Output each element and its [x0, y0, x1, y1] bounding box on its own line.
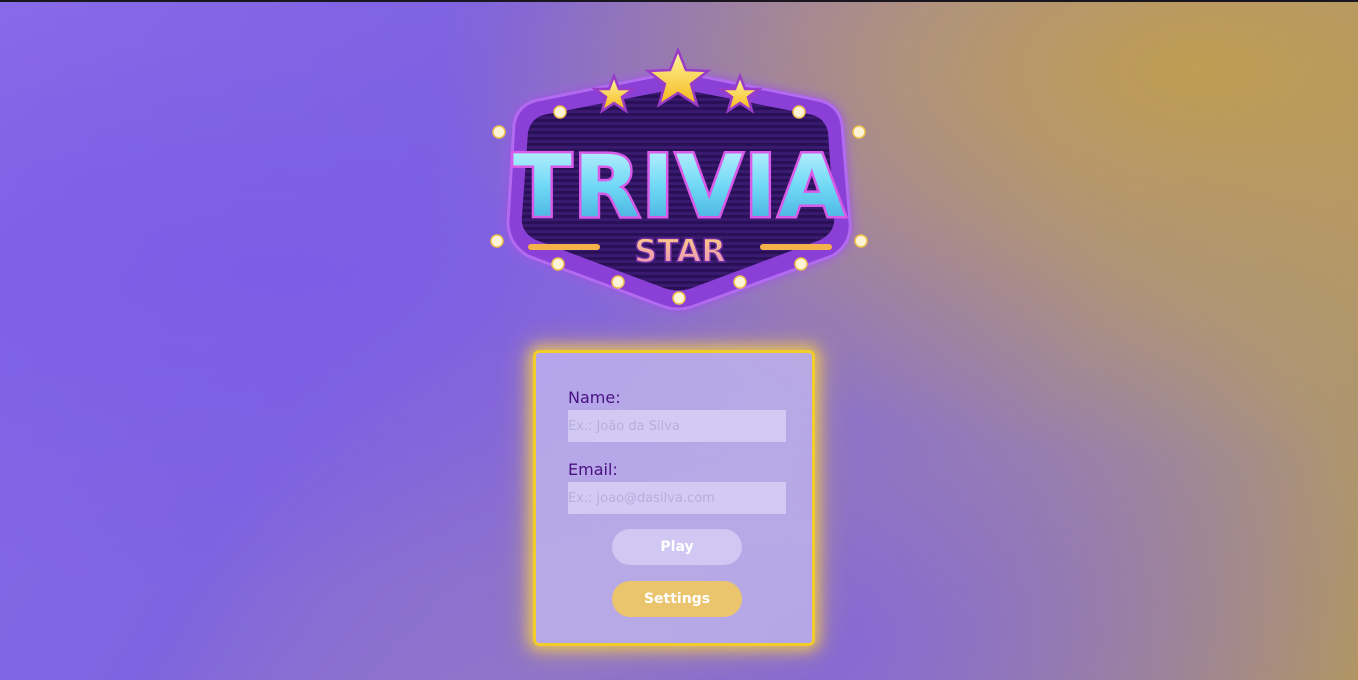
settings-button[interactable]: Settings [612, 581, 742, 617]
play-button[interactable]: Play [612, 529, 742, 565]
name-input[interactable] [568, 410, 786, 442]
login-card: Name: Email: Play Settings [533, 350, 815, 646]
logo-subtitle-text: STAR [634, 232, 726, 270]
trivia-star-logo: TRIVIA STAR [466, 44, 894, 316]
name-label: Name: [568, 388, 621, 407]
logo-graphic: TRIVIA STAR [490, 46, 868, 311]
email-label: Email: [568, 460, 618, 479]
email-input[interactable] [568, 482, 786, 514]
logo-title: TRIVIA [511, 135, 848, 240]
window-top-edge [0, 0, 1358, 2]
logo-title-text: TRIVIA [513, 137, 847, 237]
